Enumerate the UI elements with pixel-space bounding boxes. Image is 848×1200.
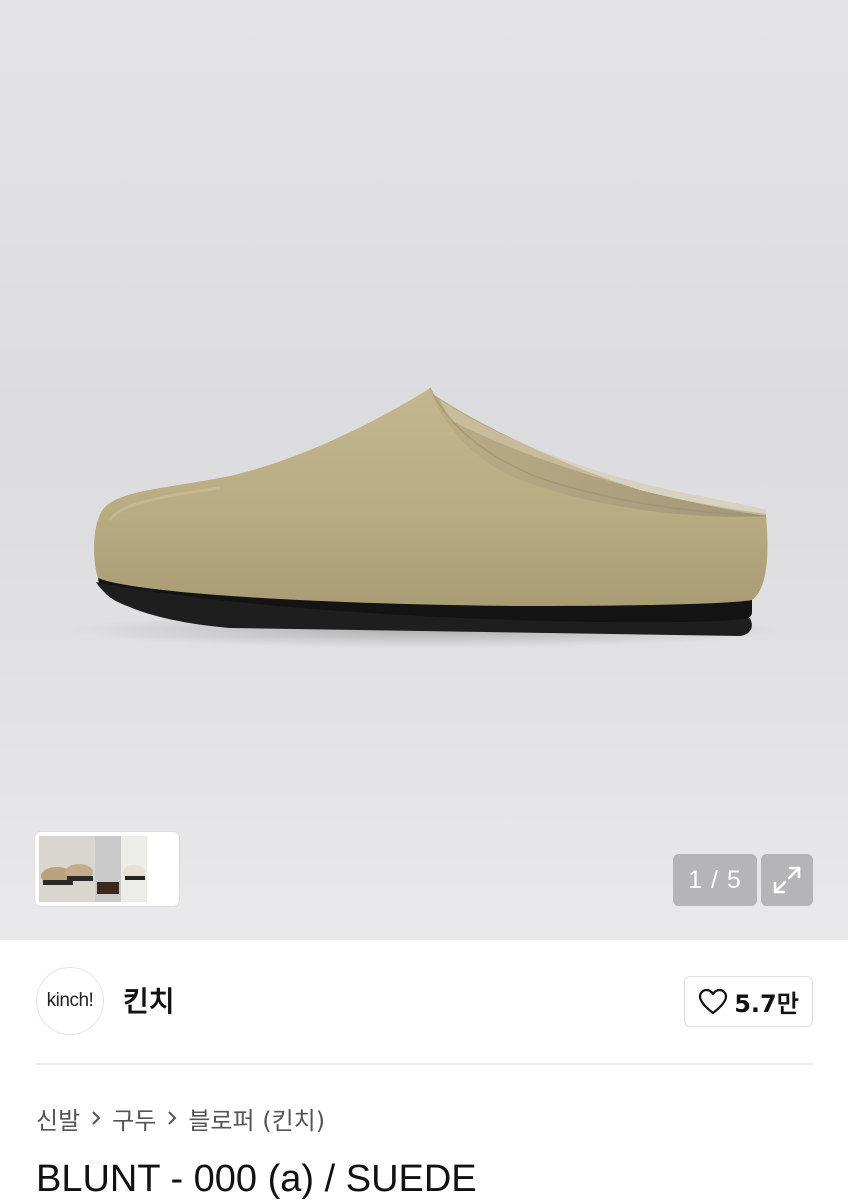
product-image [65,387,785,648]
brand-logo[interactable]: kinch! [36,967,104,1035]
chevron-right-icon [90,1109,102,1127]
thumbnail-images [39,836,147,902]
chevron-right-icon [166,1109,178,1127]
expand-button[interactable] [761,854,813,906]
breadcrumb-item-dress-shoes[interactable]: 구두 [112,1101,156,1136]
heart-outline-icon [699,988,728,1014]
brand-name[interactable]: 킨치 [123,980,175,1020]
like-count: 5.7만 [734,990,799,1018]
divider [36,1063,813,1065]
brand-logo-text: kinch! [46,990,94,1011]
image-counter: 1 / 5 [673,854,757,906]
like-button[interactable]: 5.7만 [684,976,813,1027]
breadcrumb-item-bloafer[interactable]: 블로퍼 (킨치) [188,1101,325,1136]
product-image-gallery[interactable]: 1 / 5 [0,0,848,940]
expand-icon [773,866,801,894]
brand-row: kinch! 킨치 5.7만 [0,940,848,1064]
thumbnail-strip[interactable] [35,832,179,906]
breadcrumb-item-shoes[interactable]: 신발 [36,1101,80,1136]
product-title: BLUNT - 000 (a) / SUEDE [36,1158,477,1200]
breadcrumb: 신발 구두 블로퍼 (킨치) [36,1100,325,1136]
